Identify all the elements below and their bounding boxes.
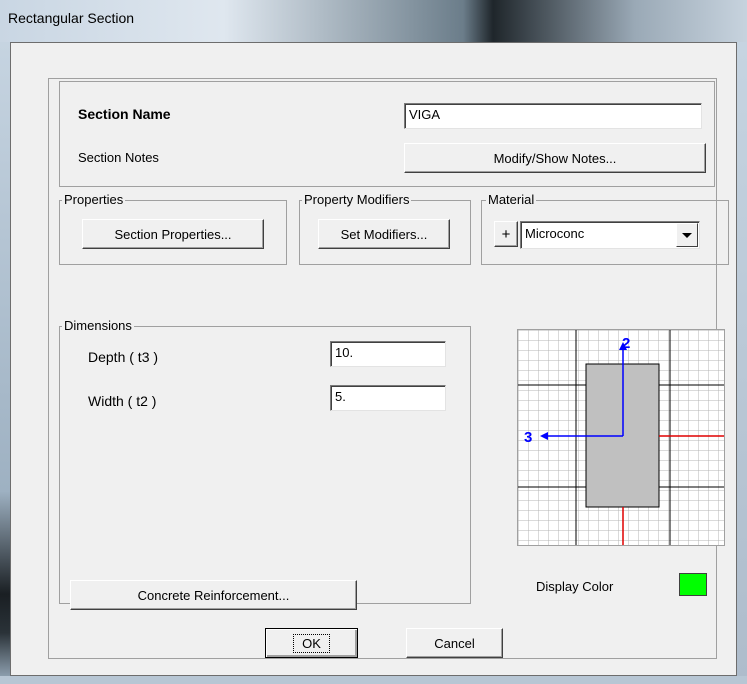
chevron-down-icon[interactable] [676, 223, 698, 247]
axis-3-label: 3 [524, 429, 532, 446]
width-label: Width ( t2 ) [88, 393, 157, 409]
dimensions-group-label: Dimensions [62, 318, 134, 334]
main-panel: Section Name VIGA Section Notes Modify/S… [48, 78, 729, 659]
dialog-window: Rectangular Section Section Name VIGA Se… [0, 0, 747, 684]
add-material-button[interactable]: + [494, 221, 518, 247]
section-name-input[interactable]: VIGA [404, 103, 702, 129]
section-properties-button[interactable]: Section Properties... [82, 219, 264, 249]
window-frame-left [0, 42, 10, 684]
section-notes-label: Section Notes [78, 150, 159, 165]
display-color-swatch[interactable] [679, 573, 707, 596]
section-preview-graphic: 2 3 [518, 330, 724, 545]
section-preview: 2 3 [517, 329, 725, 546]
material-select-value: Microconc [525, 226, 585, 241]
title-bar[interactable]: Rectangular Section [0, 0, 747, 42]
material-select[interactable]: Microconc [520, 221, 700, 249]
section-name-label: Section Name [78, 106, 171, 122]
properties-group-label: Properties [62, 192, 126, 208]
ok-button[interactable]: OK [265, 628, 358, 658]
ok-button-label: OK [293, 633, 330, 653]
property-modifiers-group-label: Property Modifiers [302, 192, 412, 208]
window-frame-right [737, 42, 747, 684]
dialog-client-area: Section Name VIGA Section Notes Modify/S… [10, 42, 737, 676]
cancel-button[interactable]: Cancel [406, 628, 503, 658]
set-modifiers-button[interactable]: Set Modifiers... [318, 219, 450, 249]
dimensions-group: Dimensions Depth ( t3 ) 10. Width ( t2 )… [59, 318, 471, 604]
window-title: Rectangular Section [8, 10, 135, 26]
display-color-label: Display Color [536, 579, 614, 594]
property-modifiers-group: Property Modifiers Set Modifiers... [299, 192, 471, 265]
section-info-group: Section Name VIGA Section Notes Modify/S… [59, 81, 715, 187]
concrete-reinforcement-button[interactable]: Concrete Reinforcement... [70, 580, 357, 610]
depth-input[interactable]: 10. [330, 341, 446, 367]
properties-group: Properties Section Properties... [59, 192, 287, 265]
material-group: Material + Microconc [481, 192, 729, 265]
depth-label: Depth ( t3 ) [88, 349, 159, 365]
width-input[interactable]: 5. [330, 385, 446, 411]
modify-show-notes-button[interactable]: Modify/Show Notes... [404, 143, 706, 173]
window-frame-bottom [0, 676, 747, 684]
axis-2-label: 2 [622, 335, 630, 352]
material-group-label: Material [486, 192, 537, 208]
